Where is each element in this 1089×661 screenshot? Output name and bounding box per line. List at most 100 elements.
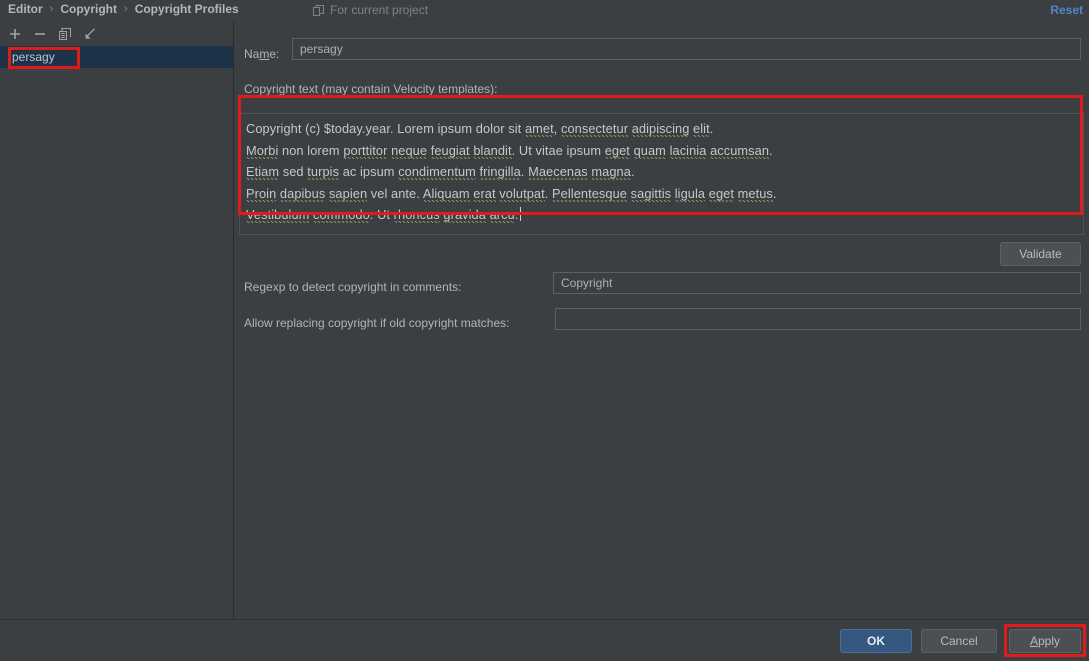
copyright-text-content[interactable]: Copyright (c) $today.year. Lorem ipsum d… (240, 114, 1083, 226)
spellcheck-word: Maecenas (528, 164, 588, 180)
text-run: non lorem (278, 143, 343, 158)
validate-button[interactable]: Validate (1000, 242, 1081, 266)
spellcheck-word: eget (605, 143, 630, 159)
apply-button-label: Apply (1030, 634, 1060, 648)
spellcheck-word: elit (693, 121, 710, 137)
spellcheck-word: magna (591, 164, 631, 180)
breadcrumb-separator-icon: › (123, 3, 129, 15)
spellcheck-word: rhoncus (394, 207, 440, 223)
copyright-text-line: Proin dapibus sapien vel ante. Aliquam e… (246, 183, 1077, 205)
breadcrumb-item-editor[interactable]: Editor (8, 2, 43, 16)
spellcheck-word: eget (709, 186, 734, 202)
spellcheck-word: quam (634, 143, 666, 159)
profiles-sidebar: persagy (0, 22, 234, 618)
add-profile-button[interactable] (4, 23, 26, 45)
breadcrumb-item-copyright[interactable]: Copyright (60, 2, 117, 16)
text-run: . (515, 207, 519, 222)
allow-replace-label: Allow replacing copyright if old copyrig… (244, 316, 509, 330)
text-run: . (773, 186, 777, 201)
spellcheck-word: volutpat (499, 186, 544, 202)
spellcheck-word: accumsan (710, 143, 769, 159)
spellcheck-word: blandit (473, 143, 511, 159)
spellcheck-word: feugiat (431, 143, 470, 159)
text-run: . (521, 164, 528, 179)
ok-button[interactable]: OK (840, 629, 912, 653)
spellcheck-word: fringilla (480, 164, 521, 180)
dialog-footer: OK Cancel Apply (0, 619, 1089, 661)
cancel-button[interactable]: Cancel (921, 629, 997, 653)
scope-hint: For current project (313, 3, 428, 17)
regexp-input[interactable] (553, 272, 1081, 294)
plus-icon (9, 28, 21, 40)
breadcrumb: Editor › Copyright › Copyright Profiles (8, 2, 239, 16)
copyright-text-line: Morbi non lorem porttitor neque feugiat … (246, 140, 1077, 162)
regexp-label: Regexp to detect copyright in comments: (244, 280, 461, 294)
profiles-toolbar (0, 22, 233, 46)
spellcheck-word: lacinia (670, 143, 707, 159)
text-run: . (545, 186, 552, 201)
settings-header: Editor › Copyright › Copyright Profiles … (0, 0, 1089, 22)
copyright-text-line: Copyright (c) $today.year. Lorem ipsum d… (246, 118, 1077, 140)
spellcheck-word: porttitor (343, 143, 387, 159)
text-run: . (769, 143, 773, 158)
profiles-list[interactable]: persagy (0, 46, 233, 618)
spellcheck-word: Aliquam (423, 186, 470, 202)
spellcheck-word: Vestibulum (246, 207, 309, 223)
spellcheck-word: metus (738, 186, 773, 202)
spellcheck-word: commodo (313, 207, 370, 223)
spellcheck-word: condimentum (398, 164, 476, 180)
spellcheck-word: Etiam (246, 164, 279, 180)
minus-icon (34, 28, 46, 40)
name-label: Name: (244, 47, 279, 61)
text-run: vel ante. (367, 186, 423, 201)
profile-name-label: persagy (12, 50, 55, 64)
spellcheck-word: Proin (246, 186, 276, 202)
spellcheck-word: gravida (443, 207, 486, 223)
text-run: ac ipsum (339, 164, 398, 179)
ok-button-label: OK (867, 634, 885, 648)
copyright-text-line: Etiam sed turpis ac ipsum condimentum fr… (246, 161, 1077, 183)
import-arrow-icon (84, 28, 96, 40)
name-input[interactable] (292, 38, 1081, 60)
apply-button[interactable]: Apply (1009, 629, 1081, 653)
copyright-text-label: Copyright text (may contain Velocity tem… (244, 82, 497, 96)
spellcheck-word: ligula (675, 186, 705, 202)
spellcheck-word: neque (391, 143, 427, 159)
spellcheck-word: sapien (329, 186, 367, 202)
spellcheck-word: arcu (490, 207, 515, 223)
spellcheck-word: sagittis (631, 186, 671, 202)
list-item[interactable]: persagy (0, 46, 233, 68)
text-run (476, 164, 480, 179)
cancel-button-label: Cancel (940, 634, 977, 648)
text-run: , (554, 121, 561, 136)
text-run: Copyright (c) $today.year. Lorem ipsum d… (246, 121, 525, 136)
spellcheck-word: turpis (307, 164, 339, 180)
spellcheck-word: Pellentesque (552, 186, 627, 202)
copyright-text-line: Vestibulum commodo. Ut rhoncus gravida a… (246, 204, 1077, 226)
spellcheck-word: dapibus (280, 186, 325, 202)
text-run: . (710, 121, 714, 136)
text-run: . Ut vitae ipsum (512, 143, 605, 158)
spellcheck-word: consectetur (561, 121, 628, 137)
text-run: sed (279, 164, 307, 179)
allow-replace-input[interactable] (555, 308, 1081, 330)
scope-hint-label: For current project (330, 3, 428, 17)
text-run: . (631, 164, 635, 179)
copy-icon (59, 28, 71, 40)
spellcheck-word: erat (473, 186, 495, 202)
spellcheck-word: amet (525, 121, 554, 137)
reset-link[interactable]: Reset (1050, 3, 1083, 17)
copyright-text-area[interactable]: Copyright (c) $today.year. Lorem ipsum d… (239, 113, 1084, 235)
breadcrumb-item-copyright-profiles[interactable]: Copyright Profiles (135, 2, 239, 16)
spellcheck-word: Morbi (246, 143, 278, 159)
import-profile-button[interactable] (79, 23, 101, 45)
text-run: . Ut (370, 207, 394, 222)
validate-button-label: Validate (1019, 247, 1061, 261)
copy-profile-button[interactable] (54, 23, 76, 45)
module-copy-icon (313, 5, 324, 16)
breadcrumb-separator-icon: › (49, 3, 55, 15)
text-caret (520, 207, 521, 221)
spellcheck-word: adipiscing (632, 121, 690, 137)
copyright-profile-panel: Name: Copyright text (may contain Veloci… (235, 22, 1089, 618)
remove-profile-button[interactable] (29, 23, 51, 45)
